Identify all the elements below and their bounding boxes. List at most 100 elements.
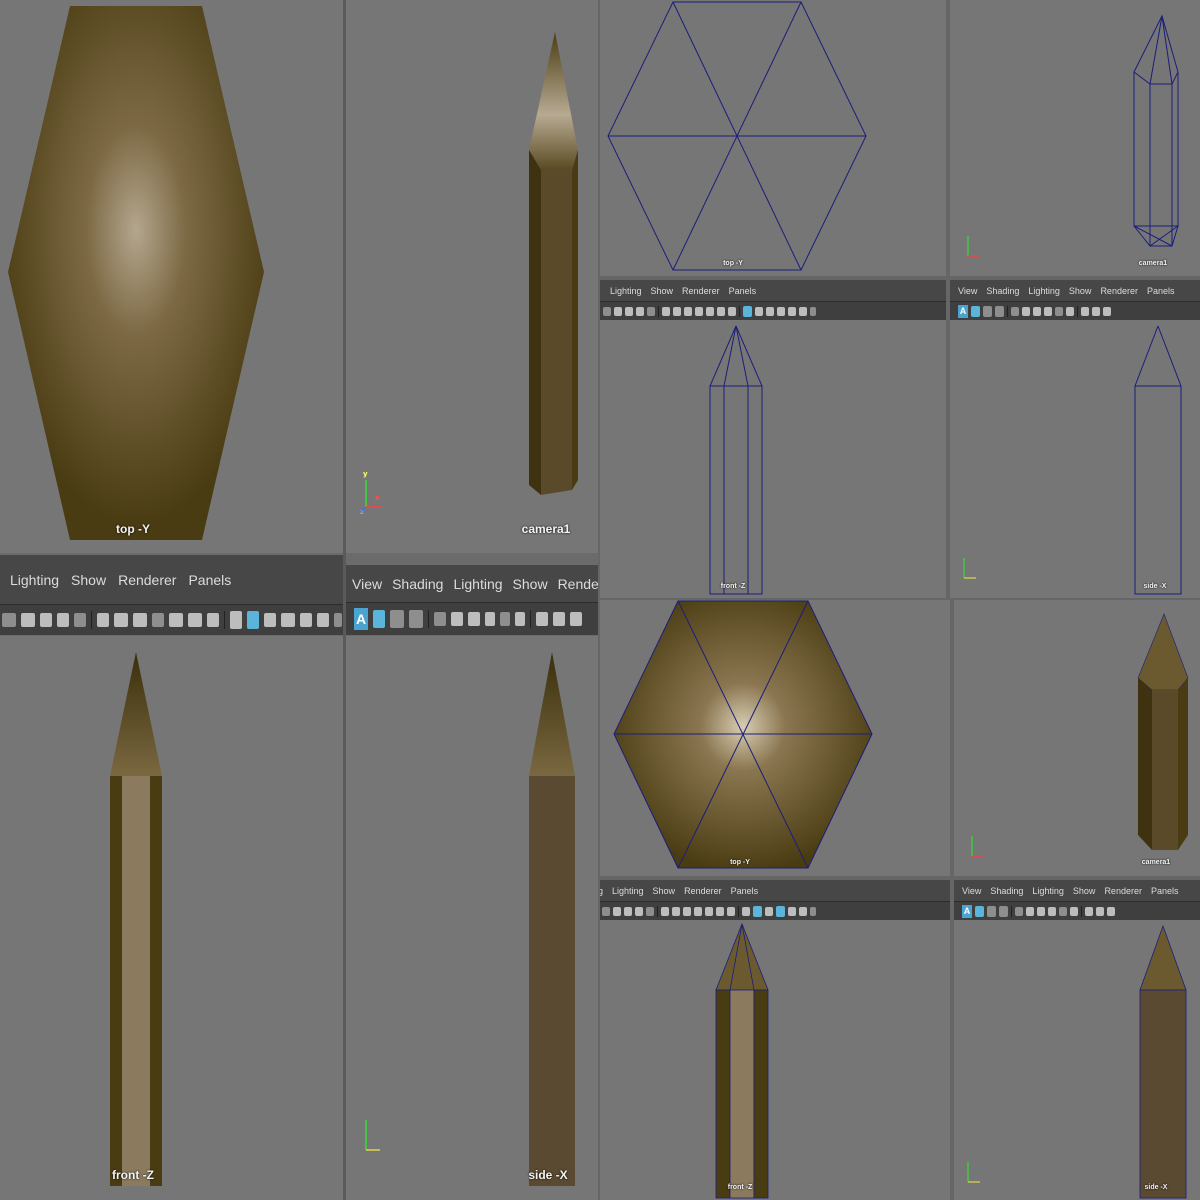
menu-lighting[interactable]: Lighting — [1028, 286, 1060, 296]
camera-icon[interactable] — [1011, 306, 1019, 316]
camera-icon[interactable] — [1015, 906, 1023, 916]
gate-mask-icon[interactable] — [152, 613, 164, 627]
menu-lighting[interactable]: Lighting — [612, 886, 644, 896]
layout-icon[interactable] — [995, 305, 1004, 317]
pane-divider[interactable] — [600, 876, 1200, 880]
menu-lighting[interactable]: Lighting — [453, 576, 502, 592]
select-camera-button[interactable]: A — [958, 304, 968, 318]
resolution-gate-icon[interactable] — [133, 613, 147, 627]
wireframe-on-shaded-icon[interactable] — [264, 613, 276, 627]
viewport-side-shaded[interactable]: side -X — [346, 636, 598, 1200]
wireframe-icon[interactable] — [230, 611, 242, 629]
camera-attributes-icon[interactable] — [613, 906, 621, 916]
use-lights-icon[interactable] — [300, 613, 312, 627]
pane-divider[interactable] — [600, 598, 1200, 600]
menu-renderer[interactable]: Renderer — [118, 572, 176, 588]
menu-lighting[interactable]: Lighting — [1032, 886, 1064, 896]
grease-pencil-icon[interactable] — [1059, 906, 1067, 916]
safe-action-icon[interactable] — [717, 306, 725, 316]
menu-panels[interactable]: Panels — [731, 886, 759, 896]
gate-mask-icon[interactable] — [695, 306, 703, 316]
grid-icon[interactable] — [97, 613, 109, 627]
grease-pencil-icon[interactable] — [647, 306, 655, 316]
layout-icon[interactable] — [409, 610, 423, 628]
smooth-shade-icon[interactable] — [755, 306, 763, 316]
smooth-shade-icon[interactable] — [247, 611, 259, 629]
field-chart-icon[interactable] — [705, 906, 713, 916]
menu-shading[interactable]: Shading — [392, 576, 443, 592]
menu-shading[interactable]: Shading — [990, 886, 1023, 896]
gate-mask-icon[interactable] — [570, 612, 582, 626]
pane-divider[interactable] — [598, 0, 600, 1200]
smooth-shade-icon[interactable] — [753, 905, 762, 917]
viewport-camera-wire-shaded[interactable]: camera1 — [954, 600, 1200, 876]
film-gate-icon[interactable] — [1081, 306, 1089, 316]
viewport-top-wire-shaded[interactable]: top -Y — [600, 600, 950, 876]
camera-icon[interactable] — [434, 612, 446, 626]
shadows-icon[interactable] — [799, 306, 807, 316]
menu-panels[interactable]: Panels — [1147, 286, 1175, 296]
pane-divider[interactable] — [950, 600, 954, 1200]
menu-panels[interactable]: Panels — [1151, 886, 1179, 896]
film-gate-icon[interactable] — [672, 906, 680, 916]
viewport-top-wireframe[interactable]: top -Y — [600, 0, 946, 276]
menu-show[interactable]: Show — [651, 286, 674, 296]
menu-show[interactable]: Show — [1069, 286, 1092, 296]
menu-renderer[interactable]: Renderer — [1104, 886, 1142, 896]
use-lights-icon[interactable] — [788, 306, 796, 316]
image-plane-icon[interactable] — [485, 612, 495, 626]
menu-show[interactable]: Show — [513, 576, 548, 592]
menu-show[interactable]: Show — [653, 886, 676, 896]
resolution-gate-icon[interactable] — [684, 306, 692, 316]
select-camera-button[interactable]: A — [354, 608, 368, 630]
grease-pencil-icon[interactable] — [1055, 306, 1063, 316]
image-plane-icon[interactable] — [636, 306, 644, 316]
camera-icon[interactable] — [2, 613, 16, 627]
image-plane-icon[interactable] — [1044, 306, 1052, 316]
textured-icon[interactable] — [281, 613, 295, 627]
resolution-gate-icon[interactable] — [553, 612, 565, 626]
bookmark-icon[interactable] — [625, 306, 633, 316]
viewport-front-wire-shaded[interactable]: front -Z — [600, 920, 950, 1200]
panel-icon[interactable] — [390, 610, 404, 628]
viewport-side-wireframe[interactable]: side -X — [950, 320, 1200, 598]
resolution-gate-icon[interactable] — [1096, 906, 1104, 916]
grid-icon[interactable] — [662, 306, 670, 316]
camera-icon[interactable] — [603, 306, 611, 316]
use-lights-icon[interactable] — [788, 906, 796, 916]
film-gate-icon[interactable] — [1085, 906, 1093, 916]
wireframe-on-shaded-icon[interactable] — [766, 306, 774, 316]
grid-icon[interactable] — [1070, 906, 1078, 916]
xray-icon[interactable] — [810, 906, 816, 916]
wireframe-icon[interactable] — [742, 906, 750, 916]
textured-icon[interactable] — [776, 905, 785, 917]
film-gate-icon[interactable] — [673, 306, 681, 316]
shadows-icon[interactable] — [799, 906, 807, 916]
menu-lighting[interactable]: Lighting — [10, 572, 59, 588]
film-gate-icon[interactable] — [114, 613, 128, 627]
camera-attributes-icon[interactable] — [451, 612, 463, 626]
frame-icon[interactable] — [373, 610, 385, 628]
pane-divider[interactable] — [946, 0, 950, 600]
viewport-top-shaded[interactable]: top -Y — [0, 0, 343, 553]
grease-pencil-icon[interactable] — [500, 612, 510, 626]
resolution-gate-icon[interactable] — [1092, 306, 1100, 316]
film-gate-icon[interactable] — [536, 612, 548, 626]
grid-icon[interactable] — [515, 612, 525, 626]
gate-mask-icon[interactable] — [1107, 906, 1115, 916]
resolution-gate-icon[interactable] — [683, 906, 691, 916]
camera-attributes-icon[interactable] — [1026, 906, 1034, 916]
camera-icon[interactable] — [602, 906, 610, 916]
pane-divider[interactable] — [600, 276, 1200, 280]
camera-attributes-icon[interactable] — [614, 306, 622, 316]
frame-icon[interactable] — [971, 305, 980, 317]
field-chart-icon[interactable] — [169, 613, 183, 627]
safe-title-icon[interactable] — [207, 613, 219, 627]
xray-icon[interactable] — [810, 306, 816, 316]
wireframe-on-shaded-icon[interactable] — [765, 906, 773, 916]
shadows-icon[interactable] — [317, 613, 329, 627]
menu-panels[interactable]: Panels — [729, 286, 757, 296]
viewport-camera-wireframe[interactable]: camera1 — [950, 0, 1200, 276]
xray-icon[interactable] — [334, 613, 342, 627]
menu-renderer[interactable]: Renderer — [682, 286, 720, 296]
